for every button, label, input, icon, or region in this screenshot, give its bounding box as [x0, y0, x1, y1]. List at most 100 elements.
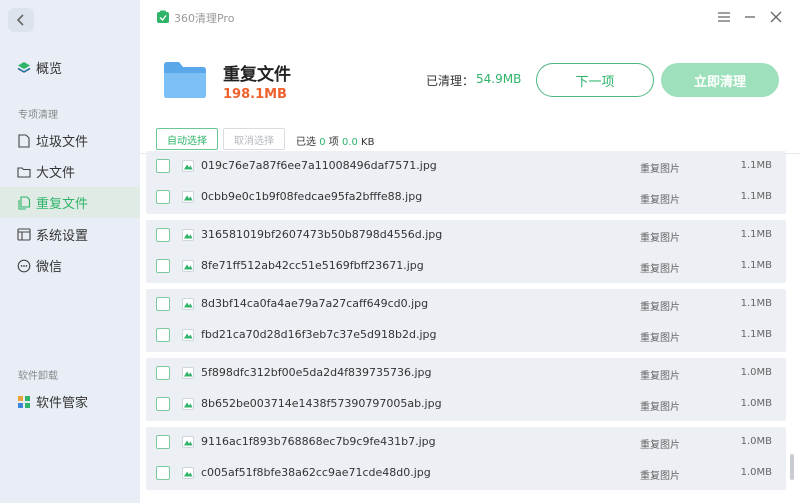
cleaned-label: 已清理： [426, 74, 475, 88]
total-size: 198.1MB [223, 87, 287, 102]
row-checkbox[interactable] [156, 366, 170, 380]
close-icon [770, 11, 782, 23]
sidebar-item-system-settings[interactable]: 系统设置 [0, 219, 140, 250]
title-bar: 360清理Pro [140, 0, 800, 34]
duplicate-group: 9116ac1f893b768868ec7b9c9fe431b7.jpg 重复图… [146, 427, 786, 490]
selected-unit: 项 [328, 137, 339, 148]
scrollbar-thumb[interactable] [790, 454, 794, 480]
file-icon [17, 133, 31, 148]
sidebar-item-large-files[interactable]: 大文件 [0, 156, 140, 187]
file-type: 重复图片 [640, 233, 680, 244]
sidebar-item-label: 系统设置 [36, 229, 89, 244]
menu-icon [718, 12, 730, 22]
row-checkbox[interactable] [156, 435, 170, 449]
file-size: 1.0MB [740, 467, 772, 478]
row-checkbox[interactable] [156, 466, 170, 480]
table-row[interactable]: fbd21ca70d28d16f3eb7c37e5d918b2d.jpg 重复图… [146, 320, 786, 351]
sidebar-item-label: 垃圾文件 [36, 135, 89, 150]
duplicate-group: 5f898dfc312bf00e5da2d4f839735736.jpg 重复图… [146, 358, 786, 421]
selected-prefix: 已选 [296, 137, 316, 148]
file-type: 重复图片 [640, 471, 680, 482]
sidebar-item-label: 重复文件 [36, 197, 89, 212]
file-type: 重复图片 [640, 402, 680, 413]
app-logo-icon [157, 10, 169, 23]
table-row[interactable]: 8fe71ff512ab42cc51e5169fbff23671.jpg 重复图… [146, 251, 786, 282]
image-file-icon [182, 229, 194, 241]
sidebar-item-duplicate-files[interactable]: 重复文件 [0, 187, 140, 218]
next-button[interactable]: 下一项 [536, 63, 654, 97]
file-name: fbd21ca70d28d16f3eb7c37e5d918b2d.jpg [201, 328, 437, 341]
file-size: 1.0MB [740, 398, 772, 409]
image-file-icon [182, 329, 194, 341]
section-label-uninstall: 软件卸载 [18, 371, 58, 382]
duplicate-group: 316581019bf2607473b50b8798d4556d.jpg 重复图… [146, 220, 786, 283]
back-button[interactable] [8, 8, 34, 32]
row-checkbox[interactable] [156, 190, 170, 204]
grid-icon [17, 395, 31, 409]
image-file-icon [182, 398, 194, 410]
row-checkbox[interactable] [156, 228, 170, 242]
file-name: 8d3bf14ca0fa4ae79a7a27caff649cd0.jpg [201, 297, 429, 310]
file-type: 重复图片 [640, 164, 680, 175]
selection-summary: 已选 0 项 0.0 KB [296, 133, 374, 148]
table-row[interactable]: c005af51f8bfe38a62cc9ae71cde48d0.jpg 重复图… [146, 458, 786, 489]
sidebar-item-junk-files[interactable]: 垃圾文件 [0, 125, 140, 156]
file-size: 1.0MB [740, 436, 772, 447]
selected-size-unit: KB [361, 137, 375, 148]
file-list: 019c76e7a87f6ee7a11008496daf7571.jpg 重复图… [140, 151, 800, 503]
row-checkbox[interactable] [156, 328, 170, 342]
image-file-icon [182, 160, 194, 172]
sidebar-item-overview[interactable]: 概览 [0, 52, 140, 83]
clean-now-button[interactable]: 立即清理 [661, 63, 779, 97]
table-row[interactable]: 8b652be003714e1438f57390797005ab.jpg 重复图… [146, 389, 786, 420]
image-file-icon [182, 467, 194, 479]
minimize-button[interactable] [741, 8, 759, 26]
table-row[interactable]: 316581019bf2607473b50b8798d4556d.jpg 重复图… [146, 220, 786, 251]
selected-count: 0 [319, 137, 326, 148]
file-name: 316581019bf2607473b50b8798d4556d.jpg [201, 228, 443, 241]
folder-icon [17, 165, 31, 179]
sidebar-item-software-manager[interactable]: 软件管家 [0, 386, 140, 417]
file-type: 重复图片 [640, 440, 680, 451]
table-row[interactable]: 8d3bf14ca0fa4ae79a7a27caff649cd0.jpg 重复图… [146, 289, 786, 320]
row-checkbox[interactable] [156, 259, 170, 273]
file-type: 重复图片 [640, 302, 680, 313]
auto-select-button[interactable]: 自动选择 [156, 128, 218, 150]
sidebar-item-label: 大文件 [36, 166, 76, 181]
image-file-icon [182, 191, 194, 203]
cancel-select-button[interactable]: 取消选择 [223, 128, 285, 150]
table-row[interactable]: 5f898dfc312bf00e5da2d4f839735736.jpg 重复图… [146, 358, 786, 389]
selection-toolbar: 自动选择 取消选择 已选 0 项 0.0 KB [140, 124, 800, 154]
image-file-icon [182, 436, 194, 448]
sidebar-item-wechat[interactable]: 微信 [0, 250, 140, 281]
table-row[interactable]: 9116ac1f893b768868ec7b9c9fe431b7.jpg 重复图… [146, 427, 786, 458]
window-icon [17, 228, 31, 242]
file-name: 9116ac1f893b768868ec7b9c9fe431b7.jpg [201, 435, 436, 448]
row-checkbox[interactable] [156, 159, 170, 173]
file-name: c005af51f8bfe38a62cc9ae71cde48d0.jpg [201, 466, 431, 479]
duplicate-group: 019c76e7a87f6ee7a11008496daf7571.jpg 重复图… [146, 151, 786, 214]
file-size: 1.1MB [740, 298, 772, 309]
section-label-special: 专项清理 [18, 110, 58, 121]
table-row[interactable]: 0cbb9e0c1b9f08fedcae95fa2bfffe88.jpg 重复图… [146, 182, 786, 213]
page-title: 重复文件 [223, 65, 291, 85]
chevron-left-icon [16, 14, 24, 26]
file-size: 1.0MB [740, 367, 772, 378]
file-size: 1.1MB [740, 191, 772, 202]
close-button[interactable] [767, 8, 785, 26]
folder-icon [164, 62, 206, 98]
file-name: 8b652be003714e1438f57390797005ab.jpg [201, 397, 442, 410]
table-row[interactable]: 019c76e7a87f6ee7a11008496daf7571.jpg 重复图… [146, 151, 786, 182]
file-size: 1.1MB [740, 329, 772, 340]
row-checkbox[interactable] [156, 397, 170, 411]
menu-button[interactable] [715, 8, 733, 26]
file-type: 重复图片 [640, 264, 680, 275]
row-checkbox[interactable] [156, 297, 170, 311]
main-panel: 360清理Pro 重复文件 198.1MB 已清理： 54.9MB 下一项 立即… [140, 0, 800, 503]
sidebar-item-label: 软件管家 [36, 396, 89, 411]
image-file-icon [182, 298, 194, 310]
file-name: 8fe71ff512ab42cc51e5169fbff23671.jpg [201, 259, 424, 272]
image-file-icon [182, 367, 194, 379]
file-name: 5f898dfc312bf00e5da2d4f839735736.jpg [201, 366, 432, 379]
sidebar-item-label: 概览 [36, 62, 63, 77]
